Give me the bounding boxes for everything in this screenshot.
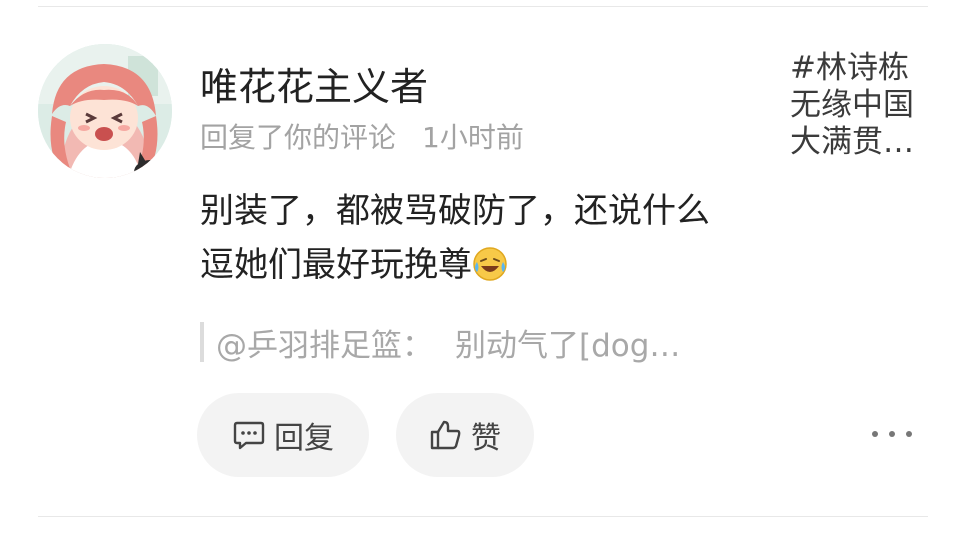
comment-body[interactable]: 别装了，都被骂破防了，还说什么逗她们最好玩挽尊 [200, 184, 740, 292]
quote-bar [200, 322, 204, 362]
source-line: 大满贯… [790, 124, 914, 160]
quote-text: @乒羽排足篮： 别动气了[dog… [216, 320, 680, 365]
top-divider [38, 6, 928, 7]
like-label: 赞 [471, 421, 501, 456]
more-dots-icon[interactable] [872, 420, 912, 448]
quote-message: 别动气了[dog… [455, 327, 681, 364]
laughing-crying-emoji-icon [472, 244, 508, 281]
avatar-illustration [38, 44, 172, 178]
quoted-comment[interactable]: @乒羽排足篮： 别动气了[dog… [200, 320, 680, 364]
source-post-preview[interactable]: #林诗栋 无缘中国 大满贯… [790, 50, 930, 161]
thumbs-up-icon [430, 420, 461, 450]
username[interactable]: 唯花花主义者 [200, 62, 428, 112]
like-button[interactable]: 赞 [396, 393, 534, 477]
quote-author: @乒羽排足篮： [216, 327, 433, 364]
bottom-divider [38, 516, 928, 517]
source-line: #林诗栋 [790, 50, 909, 86]
comment-icon [233, 421, 265, 450]
reply-label: 回复 [274, 421, 334, 456]
timestamp: 1小时前 [422, 121, 524, 154]
comment-meta: 回复了你的评论 1小时前 [200, 118, 524, 158]
reply-button[interactable]: 回复 [197, 393, 369, 477]
action-text: 回复了你的评论 [200, 121, 397, 154]
comment-notification: 唯花花主义者 回复了你的评论 1小时前 别装了，都被骂破防了，还说什么逗她们最好玩… [0, 0, 960, 533]
avatar[interactable] [38, 44, 172, 178]
source-line: 无缘中国 [790, 87, 914, 123]
comment-text: 别装了，都被骂破防了，还说什么逗她们最好玩挽尊 [200, 191, 710, 285]
